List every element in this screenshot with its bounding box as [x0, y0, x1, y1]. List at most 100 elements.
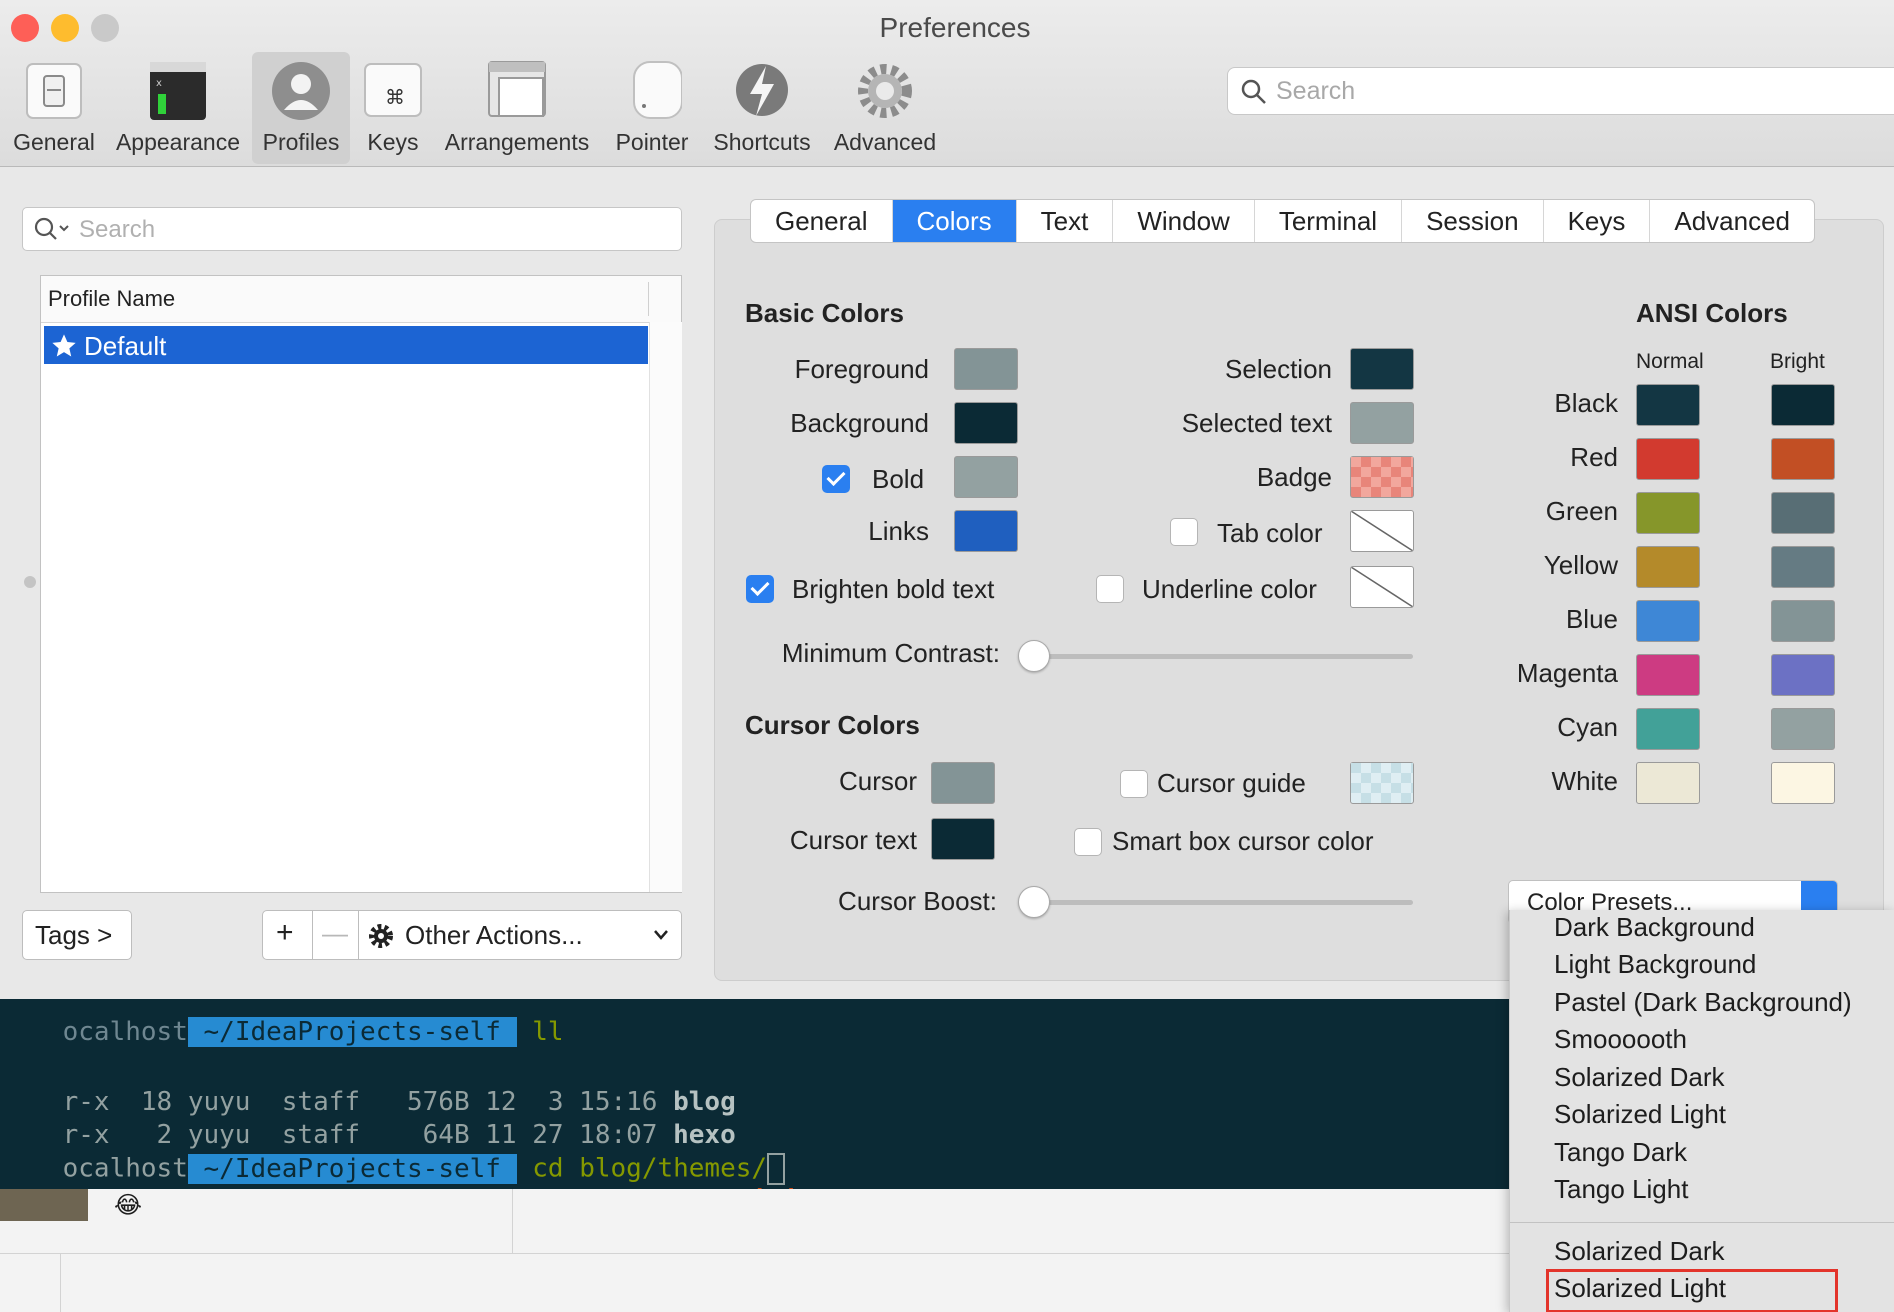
tab-color-checkbox[interactable] [1170, 518, 1198, 546]
preset-menu-item[interactable]: Pastel (Dark Background) [1554, 987, 1852, 1018]
preset-menu-item[interactable]: Tango Dark [1554, 1137, 1687, 1168]
toolbar-arrangements[interactable]: Arrangements [440, 52, 594, 164]
tags-button[interactable]: Tags > [22, 910, 132, 960]
background-color-well[interactable] [954, 402, 1018, 444]
cursor-text-label: Cursor text [789, 825, 917, 855]
toolbar-keys[interactable]: ⌘ Keys [356, 52, 430, 164]
cursor-boost-slider[interactable] [1018, 886, 1050, 918]
bold-color-well[interactable] [954, 456, 1018, 498]
preset-menu-item[interactable]: Smoooooth [1554, 1024, 1687, 1055]
ansi-blue-bright-well[interactable] [1771, 600, 1835, 642]
profile-row-default[interactable]: Default [44, 326, 648, 364]
split-handle[interactable] [24, 576, 36, 588]
preset-menu-item[interactable]: Dark Background [1554, 912, 1755, 943]
ansi-blue-label: Blue [1565, 604, 1618, 634]
toolbar-pointer[interactable]: Pointer [606, 52, 698, 164]
ansi-bright-header: Bright [1770, 350, 1825, 373]
menu-separator [1510, 1222, 1894, 1223]
links-color-well[interactable] [954, 510, 1018, 552]
selection-color-well[interactable] [1350, 348, 1414, 390]
toolbar-shortcuts[interactable]: Shortcuts [704, 52, 820, 164]
toolbar-appearance[interactable]: x Appearance [112, 52, 244, 164]
ansi-white-bright-well[interactable] [1771, 762, 1835, 804]
ansi-white-label: White [1551, 766, 1618, 796]
preset-menu-item[interactable]: Solarized Light [1554, 1099, 1726, 1130]
cursor-color-well[interactable] [931, 762, 995, 804]
ansi-red-bright-well[interactable] [1771, 438, 1835, 480]
tab-text[interactable]: Text [1017, 200, 1114, 242]
foreground-color-well[interactable] [954, 348, 1018, 390]
links-label: Links [868, 516, 929, 546]
toolbar-general[interactable]: General [4, 52, 104, 164]
selection-label: Selection [1225, 354, 1332, 384]
custom-preset-menu-item[interactable]: Solarized Dark [1554, 1236, 1725, 1267]
ansi-colors-heading: ANSI Colors [1636, 298, 1788, 328]
ansi-magenta-bright-well[interactable] [1771, 654, 1835, 696]
ansi-black-bright-well[interactable] [1771, 384, 1835, 426]
remove-profile-button[interactable]: — [312, 910, 360, 960]
ansi-magenta-normal-well[interactable] [1636, 654, 1700, 696]
ansi-yellow-normal-well[interactable] [1636, 546, 1700, 588]
ansi-blue-normal-well[interactable] [1636, 600, 1700, 642]
ansi-white-normal-well[interactable] [1636, 762, 1700, 804]
add-profile-button[interactable]: + [262, 910, 314, 960]
remove-button-label: — [322, 918, 348, 948]
tab-colors[interactable]: Colors [892, 200, 1017, 242]
toolbar-label: Arrangements [444, 129, 590, 155]
profile-list-scrollbar[interactable] [649, 322, 682, 892]
ansi-cyan-bright-well[interactable] [1771, 708, 1835, 750]
cursor-text-color-well[interactable] [931, 818, 995, 860]
tab-session[interactable]: Session [1402, 200, 1544, 242]
tab-window[interactable]: Window [1113, 200, 1255, 242]
profile-tabs: General Colors Text Window Terminal Sess… [750, 199, 1816, 243]
ansi-cyan-normal-well[interactable] [1636, 708, 1700, 750]
terminal-window[interactable]: ocalhost ~/IdeaProjects-self ll r-x 18 y… [0, 999, 1510, 1189]
other-actions-dropdown[interactable]: Other Actions... [358, 910, 682, 960]
cursor-guide-checkbox[interactable] [1120, 770, 1148, 798]
ansi-green-bright-well[interactable] [1771, 492, 1835, 534]
search-placeholder: Search [1276, 77, 1356, 105]
toolbar-label: Appearance [115, 129, 241, 155]
cursor-boost-track[interactable] [1030, 900, 1413, 905]
toolbar-advanced[interactable]: Advanced [828, 52, 942, 164]
tab-terminal[interactable]: Terminal [1255, 200, 1403, 242]
prompt-path: ~/IdeaProjects-self [187, 1017, 517, 1047]
preferences-search-field[interactable]: Search [1227, 67, 1894, 115]
profile-name: Default [84, 331, 167, 361]
underline-color-checkbox[interactable] [1096, 575, 1124, 603]
cursor-boost-label: Cursor Boost: [838, 886, 997, 916]
ansi-yellow-bright-well[interactable] [1771, 546, 1835, 588]
smart-box-cursor-checkbox[interactable] [1074, 828, 1102, 856]
emoji-icon: 😂 [114, 1192, 143, 1219]
toolbar-profiles[interactable]: Profiles [252, 52, 350, 164]
toolbar-label: Shortcuts [713, 129, 811, 155]
smart-box-cursor-label: Smart box cursor color [1112, 826, 1374, 856]
tab-keys[interactable]: Keys [1544, 200, 1651, 242]
preset-menu-item[interactable]: Solarized Dark [1554, 1062, 1725, 1093]
ansi-black-normal-well[interactable] [1636, 384, 1700, 426]
tab-general[interactable]: General [751, 200, 893, 242]
ansi-green-normal-well[interactable] [1636, 492, 1700, 534]
minimum-contrast-label: Minimum Contrast: [781, 638, 1000, 668]
bold-checkbox[interactable] [822, 465, 850, 493]
profile-search-field[interactable]: Search [22, 207, 682, 251]
preset-menu-item[interactable]: Light Background [1554, 949, 1756, 980]
background-label: Background [790, 408, 929, 438]
minimum-contrast-slider[interactable] [1018, 640, 1050, 672]
svg-text:x: x [156, 78, 162, 89]
preset-menu-item[interactable]: Tango Light [1554, 1174, 1688, 1205]
gear-icon [369, 924, 393, 948]
lightning-icon [734, 60, 790, 125]
tags-button-label: Tags > [35, 920, 113, 950]
column-divider [648, 282, 649, 316]
tab-advanced[interactable]: Advanced [1650, 200, 1814, 242]
brighten-bold-checkbox[interactable] [746, 575, 774, 603]
ansi-black-label: Black [1554, 388, 1618, 418]
profile-name-column-header[interactable]: Profile Name [41, 276, 681, 323]
ansi-normal-header: Normal [1636, 350, 1704, 373]
minimum-contrast-track[interactable] [1030, 654, 1413, 659]
arrangements-windows-icon [485, 60, 549, 125]
column-header-label: Profile Name [48, 286, 176, 311]
ansi-red-normal-well[interactable] [1636, 438, 1700, 480]
selected-text-label: Selected text [1181, 408, 1332, 438]
